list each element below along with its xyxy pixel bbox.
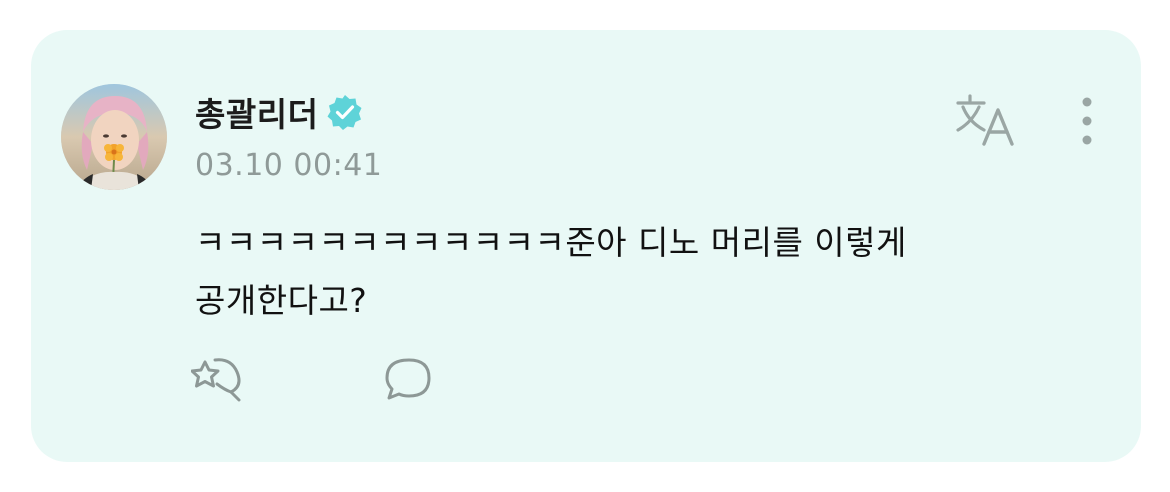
message-line: 공개한다고? (195, 281, 368, 320)
translate-icon (956, 94, 1014, 146)
message-line: ㅋㅋㅋㅋㅋㅋㅋㅋㅋㅋㅋㅋ준아 디노 머리를 이렇게 (195, 223, 907, 262)
post-message: ㅋㅋㅋㅋㅋㅋㅋㅋㅋㅋㅋㅋ준아 디노 머리를 이렇게 공개한다고? (195, 214, 1075, 330)
more-options-button[interactable] (1071, 94, 1103, 150)
comment-button[interactable] (383, 356, 435, 402)
more-vertical-icon (1082, 97, 1092, 145)
post-card: 총괄리더 03.10 00:41 ㅋㅋㅋㅋㅋㅋㅋㅋㅋㅋㅋㅋ준아 디노 머리를 이… (31, 30, 1141, 462)
post-timestamp: 03.10 00:41 (195, 148, 383, 183)
star-heart-react-icon (190, 358, 241, 402)
avatar-image (61, 84, 167, 190)
author-avatar[interactable] (61, 84, 167, 190)
react-button[interactable] (190, 356, 247, 402)
translate-button[interactable] (954, 92, 1018, 150)
verified-badge-icon (326, 93, 364, 131)
comment-bubble-icon (385, 358, 431, 400)
author-row: 총괄리더 (195, 88, 364, 136)
author-name[interactable]: 총괄리더 (195, 88, 318, 136)
